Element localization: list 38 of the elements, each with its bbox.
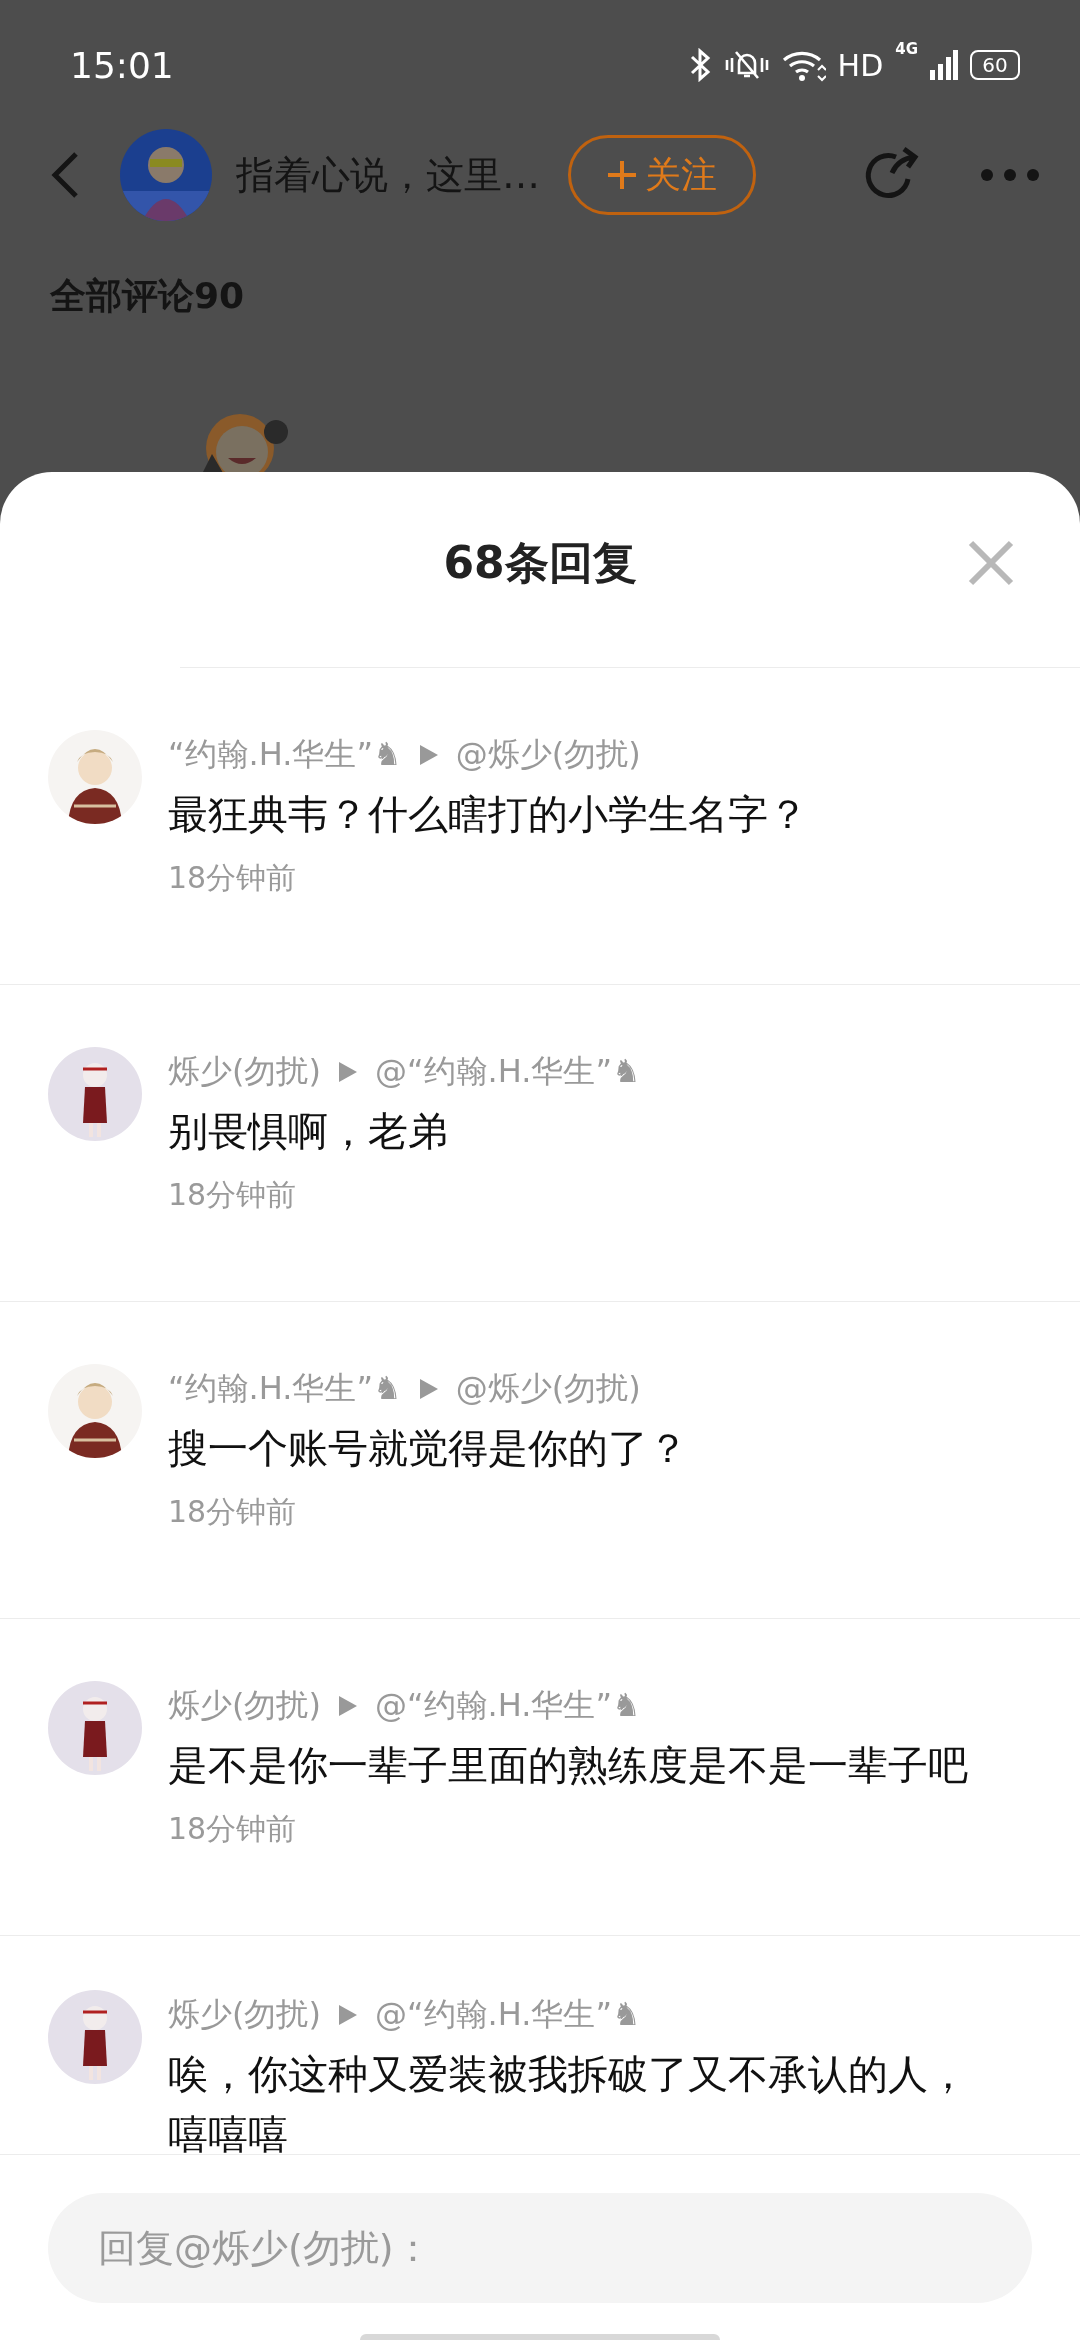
reply-time: 18分钟前: [168, 859, 298, 897]
reply-arrow-icon: [338, 2005, 357, 2025]
reply-text: 搜一个账号就觉得是你的了？: [168, 1424, 689, 1473]
mentioned-user[interactable]: @“约翰.H.华生”♞: [374, 1993, 641, 2037]
reply-text: 是不是你一辈子里面的熟练度是不是一辈子吧: [168, 1741, 969, 1790]
reply-arrow-icon: [338, 1696, 357, 1716]
reply-arrow-icon: [419, 1379, 438, 1399]
reply-text: 最狂典韦？什么瞎打的小学生名字？: [168, 790, 809, 839]
mentioned-user[interactable]: @“约翰.H.华生”♞: [374, 1050, 641, 1094]
signal-icon: [930, 48, 958, 82]
close-icon[interactable]: [968, 540, 1014, 586]
sheet-title: 68条回复: [443, 536, 637, 590]
reply-time: 18分钟前: [168, 1493, 298, 1531]
reply-time: 18分钟前: [168, 1810, 298, 1848]
reply-input-field[interactable]: 回复@烁少(勿扰)：: [48, 2193, 1032, 2303]
status-time: 15:01: [70, 44, 174, 86]
author-name[interactable]: 烁少(勿扰): [168, 1684, 321, 1728]
author-name[interactable]: “约翰.H.华生”♞: [168, 733, 402, 777]
section-title: 全部评论90: [50, 274, 246, 318]
mentioned-user[interactable]: @“约翰.H.华生”♞: [374, 1684, 641, 1728]
reply-arrow-icon: [338, 1062, 357, 1082]
battery-level: 60: [970, 50, 1020, 80]
follow-button[interactable]: 关注: [568, 135, 756, 215]
reply-time: 18分钟前: [168, 1176, 298, 1214]
mentioned-user[interactable]: @烁少(勿扰): [455, 1367, 641, 1411]
plus-icon: [607, 160, 637, 190]
author-name[interactable]: “约翰.H.华生”♞: [168, 1367, 402, 1411]
network-label: HD: [837, 47, 884, 83]
post-title: 指着心说，这里…: [236, 151, 540, 199]
reply-text: 唉，你这种又爱装被我拆破了又不承认的人，嘻嘻嘻: [168, 2050, 969, 2154]
cellular-label: 4G: [895, 41, 918, 57]
author-name[interactable]: 烁少(勿扰): [168, 1993, 321, 2037]
back-icon[interactable]: [50, 151, 80, 199]
reply-arrow-icon: [419, 745, 438, 765]
author-name[interactable]: 烁少(勿扰): [168, 1050, 321, 1094]
mentioned-user[interactable]: @烁少(勿扰): [455, 733, 641, 777]
reply-text: 别畏惧啊，老弟: [168, 1107, 449, 1156]
more-icon[interactable]: [980, 168, 1040, 182]
